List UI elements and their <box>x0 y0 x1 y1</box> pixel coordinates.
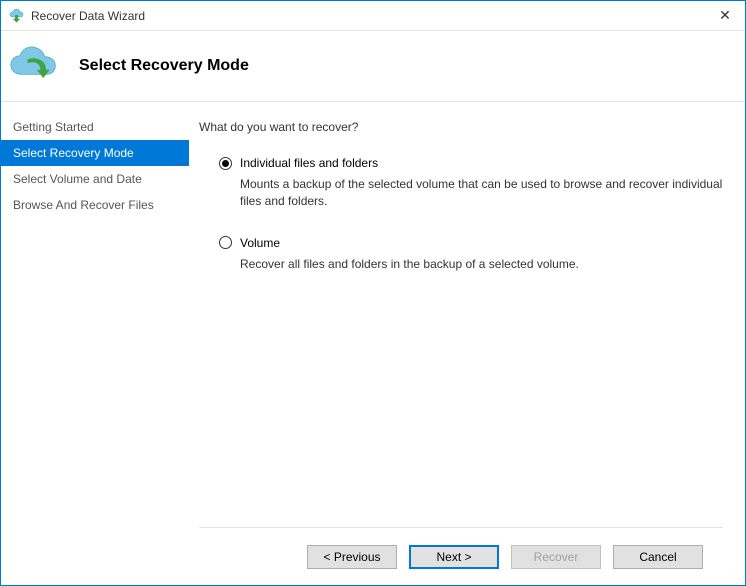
page-title: Select Recovery Mode <box>79 57 249 75</box>
app-icon <box>9 8 25 24</box>
window-title: Recover Data Wizard <box>31 9 705 23</box>
radio-row-files[interactable]: Individual files and folders <box>219 156 723 170</box>
option-label-files[interactable]: Individual files and folders <box>240 156 378 170</box>
step-getting-started[interactable]: Getting Started <box>1 114 189 140</box>
close-button[interactable]: ✕ <box>705 1 745 31</box>
option-desc-volume: Recover all files and folders in the bac… <box>240 256 723 273</box>
radio-individual-files[interactable] <box>219 157 232 170</box>
recovery-icon <box>9 41 59 91</box>
radio-row-volume[interactable]: Volume <box>219 236 723 250</box>
footer-buttons: < Previous Next > Recover Cancel <box>199 527 723 585</box>
step-select-volume-date[interactable]: Select Volume and Date <box>1 166 189 192</box>
previous-button[interactable]: < Previous <box>307 545 397 569</box>
next-button[interactable]: Next > <box>409 545 499 569</box>
wizard-window: Recover Data Wizard ✕ Select Recovery Mo… <box>0 0 746 586</box>
step-browse-recover-files[interactable]: Browse And Recover Files <box>1 192 189 218</box>
option-volume: Volume Recover all files and folders in … <box>199 236 723 273</box>
header: Select Recovery Mode <box>1 31 745 101</box>
question-text: What do you want to recover? <box>199 120 723 134</box>
option-desc-files: Mounts a backup of the selected volume t… <box>240 176 723 210</box>
titlebar: Recover Data Wizard ✕ <box>1 1 745 31</box>
option-individual-files: Individual files and folders Mounts a ba… <box>199 156 723 210</box>
option-label-volume[interactable]: Volume <box>240 236 280 250</box>
step-select-recovery-mode[interactable]: Select Recovery Mode <box>1 140 189 166</box>
recover-button: Recover <box>511 545 601 569</box>
main-panel: What do you want to recover? Individual … <box>189 102 745 585</box>
radio-volume[interactable] <box>219 236 232 249</box>
close-icon: ✕ <box>719 7 731 24</box>
cancel-button[interactable]: Cancel <box>613 545 703 569</box>
sidebar: Getting Started Select Recovery Mode Sel… <box>1 102 189 585</box>
content-area: Getting Started Select Recovery Mode Sel… <box>1 101 745 585</box>
